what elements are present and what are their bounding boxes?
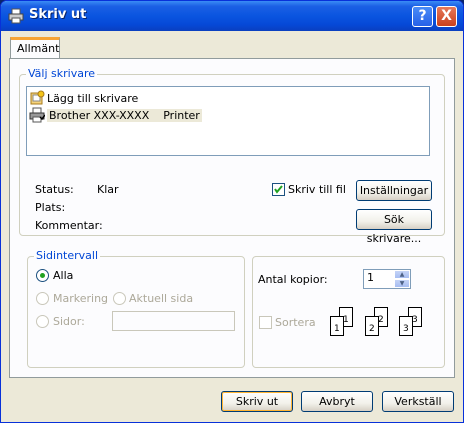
collate-checkbox[interactable] bbox=[259, 316, 272, 329]
printer-icon bbox=[8, 8, 24, 24]
copies-count-label: Antal kopior: bbox=[258, 273, 328, 286]
status-value: Klar bbox=[97, 183, 119, 196]
page-range-legend: Sidintervall bbox=[34, 249, 101, 262]
radio-selection-label: Markering bbox=[53, 292, 109, 305]
comment-label: Kommentar: bbox=[35, 219, 103, 232]
preferences-button[interactable]: Inställningar bbox=[356, 180, 432, 201]
print-to-file-label: Skriv till fil bbox=[288, 183, 346, 196]
radio-selection[interactable] bbox=[36, 292, 49, 305]
print-button[interactable]: Skriv ut bbox=[221, 391, 293, 412]
find-printer-button[interactable]: Sök skrivare... bbox=[356, 209, 432, 245]
radio-current-page[interactable] bbox=[113, 292, 126, 305]
list-item-label: Brother XXX-XXXX Printer bbox=[47, 108, 202, 122]
list-item-printer[interactable]: Brother XXX-XXXX Printer bbox=[29, 107, 202, 123]
pages-input[interactable] bbox=[112, 311, 235, 331]
collate-page: 2 bbox=[365, 316, 379, 336]
cancel-button[interactable]: Avbryt bbox=[301, 391, 373, 412]
spin-down-icon[interactable]: ▼ bbox=[394, 279, 410, 288]
help-button[interactable]: ? bbox=[412, 6, 433, 27]
title-bar: Skriv ut ? X bbox=[1, 1, 463, 31]
radio-current-page-label: Aktuell sida bbox=[129, 292, 194, 305]
collate-page: 1 bbox=[330, 316, 344, 336]
location-label: Plats: bbox=[35, 201, 66, 214]
collate-label: Sortera bbox=[275, 316, 316, 329]
printer-icon bbox=[29, 107, 45, 123]
add-printer-icon bbox=[30, 90, 45, 105]
list-item-add-printer[interactable]: Lägg till skrivare bbox=[29, 90, 138, 106]
collate-page: 3 bbox=[399, 316, 413, 336]
radio-all-label: Alla bbox=[53, 269, 74, 282]
list-item-label: Lägg till skrivare bbox=[47, 91, 139, 105]
printer-list[interactable]: Lägg till skrivare Brother XXX-XXXX Prin… bbox=[26, 86, 430, 156]
print-dialog: Skriv ut ? X Allmänt Välj skrivare Lägg … bbox=[0, 0, 464, 423]
window-title: Skriv ut bbox=[29, 7, 87, 22]
apply-button[interactable]: Verkställ bbox=[382, 391, 454, 412]
radio-pages-label: Sidor: bbox=[53, 315, 85, 328]
spin-up-icon[interactable]: ▲ bbox=[394, 270, 410, 279]
tab-general[interactable]: Allmänt bbox=[10, 37, 60, 59]
print-to-file-checkbox[interactable] bbox=[272, 183, 285, 196]
radio-all[interactable] bbox=[36, 269, 49, 282]
radio-pages[interactable] bbox=[36, 315, 49, 328]
status-label: Status: bbox=[35, 183, 74, 196]
copies-spinner[interactable]: ▲ ▼ bbox=[394, 270, 410, 288]
printer-group-legend: Välj skrivare bbox=[26, 67, 97, 80]
close-button[interactable]: X bbox=[436, 6, 457, 27]
check-icon bbox=[274, 185, 283, 194]
